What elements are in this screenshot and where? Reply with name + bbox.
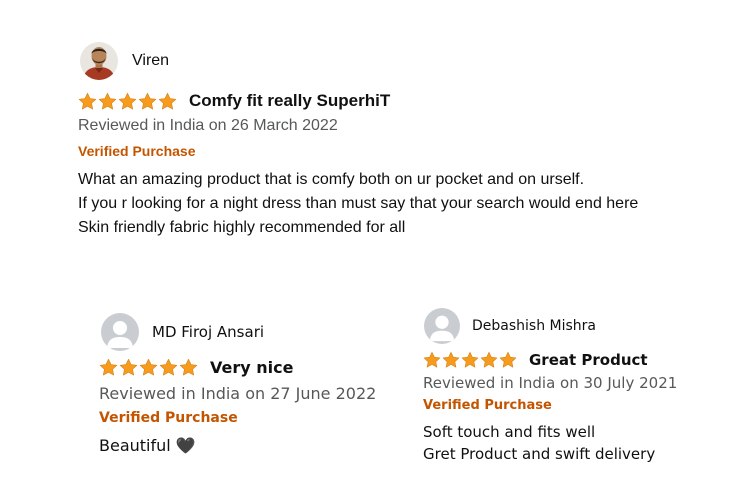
review-title-row: Very nice: [99, 358, 376, 377]
reviewer-name[interactable]: MD Firoj Ansari: [152, 323, 264, 341]
star-icon: [139, 358, 158, 376]
review-body-line: Gret Product and swift delivery: [423, 445, 656, 463]
default-user-avatar-icon[interactable]: [101, 313, 139, 351]
star-icon: [78, 92, 97, 109]
reviewer-profile[interactable]: Debashish Mishra: [423, 308, 677, 344]
star-icon: [138, 92, 157, 109]
star-icon: [423, 351, 441, 368]
star-icon: [461, 351, 479, 368]
review-body-line: If you r looking for a night dress than …: [78, 195, 639, 212]
reviewer-name[interactable]: Viren: [132, 52, 169, 70]
review-date: Reviewed in India on 30 July 2021: [423, 374, 678, 392]
reviewer-name[interactable]: Debashish Mishra: [472, 318, 596, 334]
star-rating[interactable]: [423, 351, 517, 369]
star-icon: [179, 358, 198, 376]
review-title[interactable]: Comfy fit really SuperhiT: [189, 91, 390, 111]
review-body: What an amazing product that is comfy bo…: [78, 168, 638, 240]
verified-purchase-badge[interactable]: Verified Purchase: [99, 410, 376, 426]
star-rating[interactable]: [78, 92, 177, 111]
review-title[interactable]: Great Product: [529, 351, 648, 369]
review-card: Debashish Mishra Great Product Reviewed …: [423, 308, 677, 465]
star-icon: [442, 351, 460, 368]
reviewer-avatar[interactable]: [80, 42, 118, 80]
review-body-line: What an amazing product that is comfy bo…: [78, 171, 585, 188]
star-icon: [480, 351, 498, 368]
star-icon: [158, 92, 177, 109]
reviewer-profile[interactable]: MD Firoj Ansari: [99, 313, 376, 351]
review-body: Beautiful 🖤: [99, 435, 376, 457]
review-card: MD Firoj Ansari Very nice Reviewed in In…: [99, 313, 376, 457]
star-icon: [119, 358, 138, 376]
reviewer-profile[interactable]: Viren: [78, 42, 638, 80]
review-card: Viren Comfy fit really SuperhiT Reviewed…: [78, 42, 638, 240]
review-body: Soft touch and fits well Gret Product an…: [423, 421, 677, 465]
review-title[interactable]: Very nice: [210, 358, 293, 377]
review-title-row: Comfy fit really SuperhiT: [78, 91, 638, 111]
review-body-line: Beautiful 🖤: [99, 436, 196, 455]
star-icon: [499, 351, 517, 368]
review-date: Reviewed in India on 27 June 2022: [99, 384, 377, 403]
review-date: Reviewed in India on 26 March 2022: [78, 117, 338, 134]
default-user-avatar-icon[interactable]: [424, 308, 460, 344]
star-rating[interactable]: [99, 358, 198, 377]
review-body-line: Soft touch and fits well: [423, 423, 596, 441]
star-icon: [99, 358, 118, 376]
verified-purchase-badge[interactable]: Verified Purchase: [423, 398, 677, 413]
review-body-line: Skin friendly fabric highly recommended …: [78, 219, 406, 236]
star-icon: [159, 358, 178, 376]
verified-purchase-badge[interactable]: Verified Purchase: [78, 143, 638, 159]
star-icon: [118, 92, 137, 109]
review-title-row: Great Product: [423, 351, 677, 369]
star-icon: [98, 92, 117, 109]
